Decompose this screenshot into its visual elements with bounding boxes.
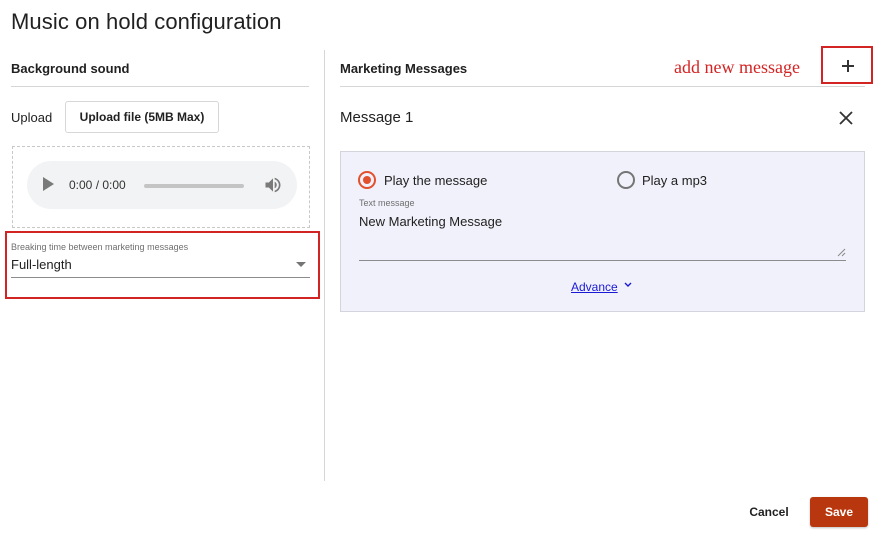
background-sound-title: Background sound [11,61,130,76]
page-title: Music on hold configuration [11,9,282,34]
section-divider [11,86,309,87]
audio-drop-area: 0:00 / 0:00 [12,146,310,228]
resize-grip-icon[interactable] [837,248,846,257]
radio-label-play-message[interactable]: Play the message [384,173,487,188]
chevron-down-icon[interactable] [623,280,633,290]
close-icon[interactable] [836,108,856,128]
breaking-time-value: Full-length [11,257,72,272]
add-message-annotation: add new message [674,57,800,77]
add-message-button[interactable] [821,46,873,84]
message-title: Message 1 [340,109,414,126]
audio-time: 0:00 / 0:00 [69,178,126,192]
radio-label-play-mp3[interactable]: Play a mp3 [642,173,707,188]
breaking-time-select[interactable]: Full-length [11,255,310,278]
column-divider [324,50,325,481]
cancel-button[interactable]: Cancel [740,498,798,526]
audio-progress-track[interactable] [144,184,244,188]
radio-play-message[interactable] [358,171,376,189]
radio-play-mp3[interactable] [617,171,635,189]
audio-player[interactable]: 0:00 / 0:00 [27,161,297,209]
upload-file-button[interactable]: Upload file (5MB Max) [65,101,219,133]
section-divider [340,86,865,87]
upload-label: Upload [11,110,53,125]
marketing-messages-title: Marketing Messages [340,61,468,76]
message-panel: Play the message Play a mp3 Text message… [340,151,865,312]
breaking-time-label: Breaking time between marketing messages [11,242,189,252]
dropdown-arrow-icon [296,262,306,267]
text-message-field[interactable]: New Marketing Message [359,210,846,261]
advance-link[interactable]: Advance [571,280,618,294]
text-message-label: Text message [359,198,415,208]
volume-icon[interactable] [263,175,283,195]
play-icon[interactable] [43,177,54,191]
save-button[interactable]: Save [810,497,868,527]
